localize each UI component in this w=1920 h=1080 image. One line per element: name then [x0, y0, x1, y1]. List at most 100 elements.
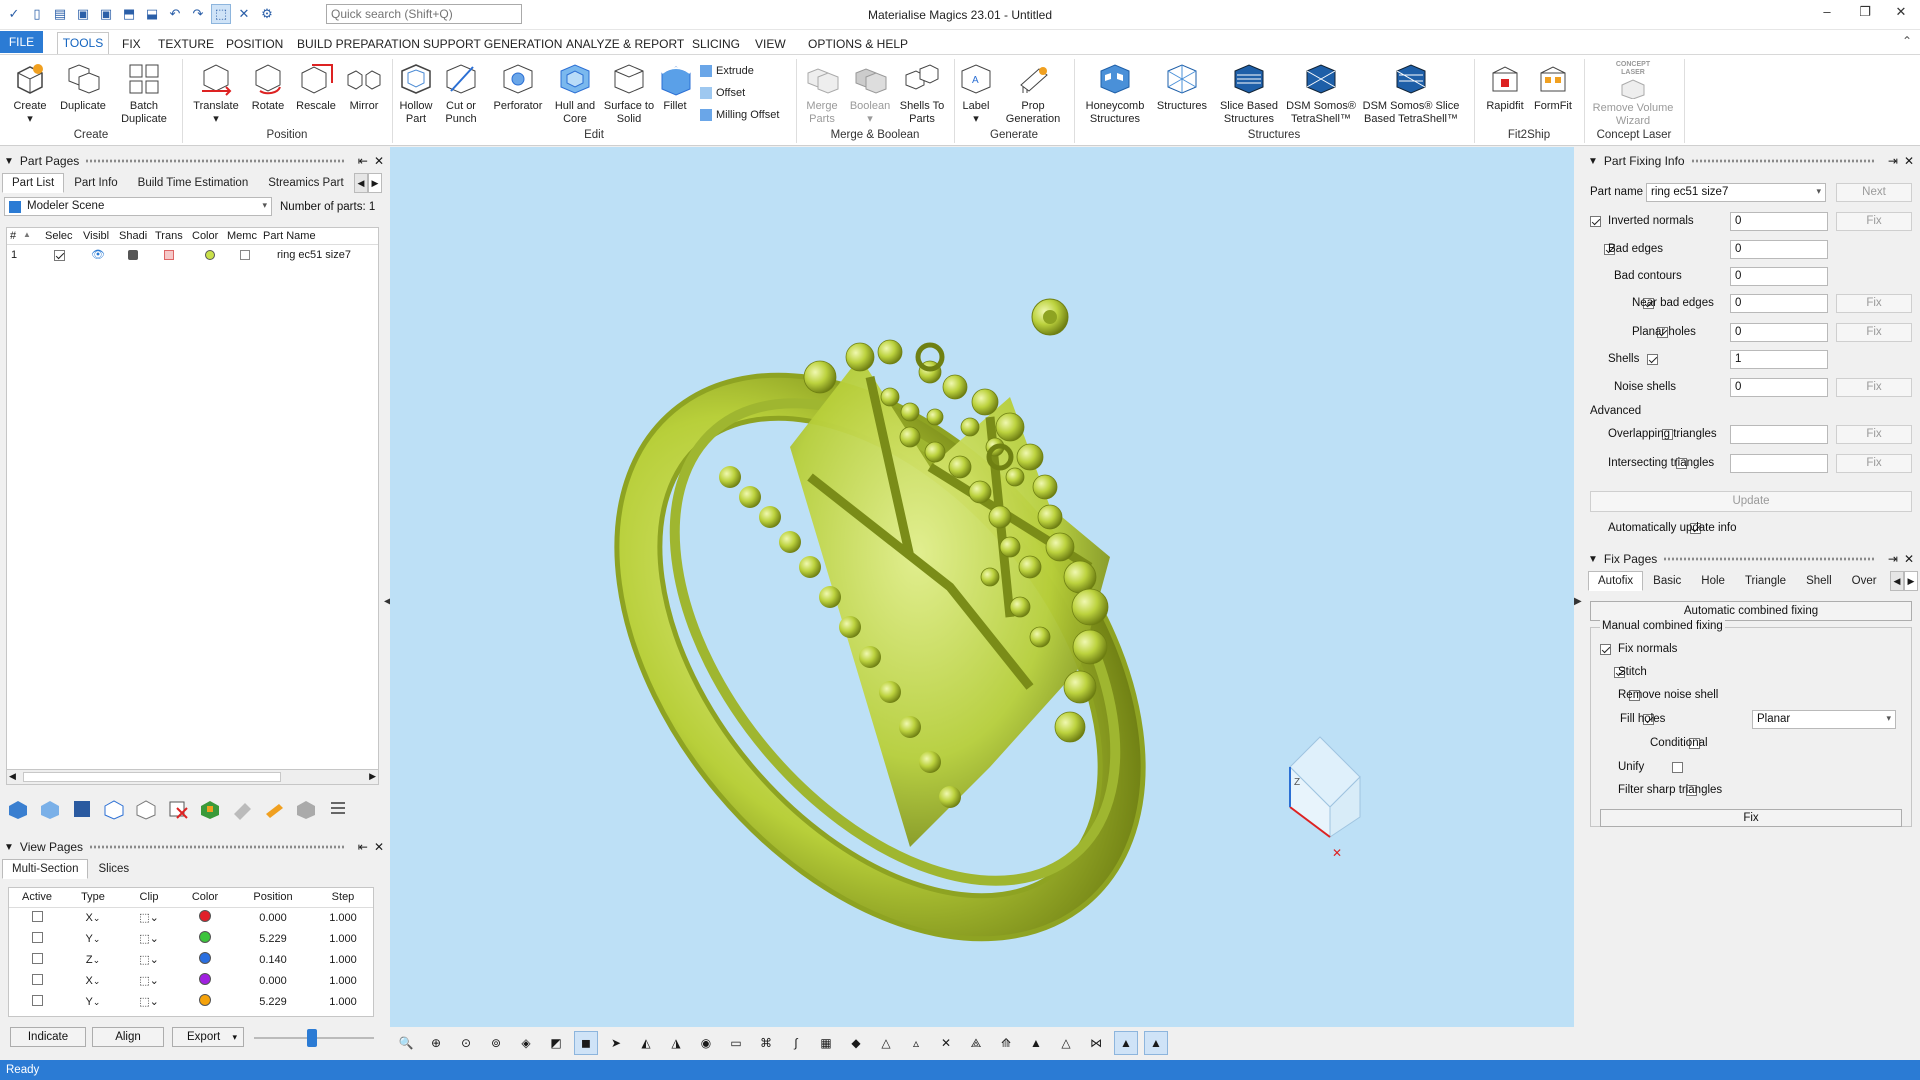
close-panel-icon[interactable]: ✕: [374, 154, 384, 168]
extrude-button[interactable]: Extrude: [700, 65, 754, 77]
next-button[interactable]: Next: [1836, 183, 1912, 202]
table-row[interactable]: Y⌄ ⬚⌄ 5.229 1.000: [9, 928, 373, 949]
fix-button[interactable]: Fix: [1600, 809, 1902, 827]
rescale-button[interactable]: Rescale: [294, 61, 338, 113]
mark-contour-icon[interactable]: ⌘: [754, 1031, 778, 1055]
cut-or-punch-button[interactable]: Cut or Punch: [440, 61, 482, 126]
fillet-button[interactable]: Fillet: [658, 61, 692, 113]
filter-marked-icon[interactable]: ⋈: [1084, 1031, 1108, 1055]
triangle-mode-icon[interactable]: ▲: [1114, 1031, 1138, 1055]
transparency-icon[interactable]: [164, 250, 174, 260]
automatic-combined-fixing-button[interactable]: Automatic combined fixing: [1590, 601, 1912, 621]
milling-offset-button[interactable]: Milling Offset: [700, 109, 779, 121]
tabs-right-arrow-icon[interactable]: ▶: [368, 173, 382, 193]
shaded-view-icon[interactable]: ◼: [574, 1031, 598, 1055]
slider-handle[interactable]: [307, 1029, 317, 1047]
minimize-icon[interactable]: –: [1816, 4, 1838, 24]
group-parts-icon[interactable]: [102, 797, 126, 821]
label-part-icon[interactable]: [230, 797, 254, 821]
boolean-button[interactable]: Boolean ▾: [848, 61, 892, 126]
align-button[interactable]: Align: [92, 1027, 164, 1047]
select-visible-parts-icon[interactable]: [38, 797, 62, 821]
fix-near-bad-edges-button[interactable]: Fix: [1836, 294, 1912, 313]
mark-surface-icon[interactable]: ◮: [664, 1031, 688, 1055]
active-checkbox[interactable]: [31, 952, 43, 964]
remove-volume-wizard-button[interactable]: CONCEPT LASER Remove Volume Wizard: [1588, 61, 1678, 128]
menu-slicing[interactable]: SLICING: [692, 37, 740, 51]
table-row[interactable]: X⌄ ⬚⌄ 0.000 1.000: [9, 907, 373, 928]
table-row[interactable]: Y⌄ ⬚⌄ 5.229 1.000: [9, 991, 373, 1012]
menu-position[interactable]: POSITION: [226, 37, 283, 51]
tab-streamics-part[interactable]: Streamics Part: [258, 173, 353, 193]
collapse-icon[interactable]: ▼: [1588, 554, 1598, 565]
view-direction-icon[interactable]: ◈: [514, 1031, 538, 1055]
close-panel-icon[interactable]: ✕: [1904, 552, 1914, 566]
fix-inverted-normals-button[interactable]: Fix: [1836, 212, 1912, 231]
zoom-fit-icon[interactable]: ⊙: [454, 1031, 478, 1055]
slice-based-structures-button[interactable]: Slice Based Structures: [1216, 61, 1282, 126]
tab-hole[interactable]: Hole: [1691, 571, 1735, 591]
tab-slices[interactable]: Slices: [88, 859, 139, 879]
perforator-button[interactable]: Perforator: [488, 61, 548, 113]
visible-eye-icon[interactable]: 👁: [91, 248, 105, 261]
active-checkbox[interactable]: [31, 994, 43, 1006]
menu-support-generation[interactable]: SUPPORT GENERATION: [423, 37, 562, 51]
indicate-button[interactable]: Indicate: [10, 1027, 86, 1047]
tab-basic[interactable]: Basic: [1643, 571, 1691, 591]
mark-triangles-icon[interactable]: △: [874, 1031, 898, 1055]
clip-icon[interactable]: ⬚⌄: [121, 949, 177, 970]
shells-to-parts-button[interactable]: Shells To Parts: [896, 61, 948, 126]
horizontal-scrollbar[interactable]: ◀ ▶: [6, 769, 379, 785]
pin-icon[interactable]: ⇤: [358, 154, 368, 168]
pin-icon[interactable]: ⇤: [358, 840, 368, 854]
rapidfit-button[interactable]: Rapidfit: [1480, 61, 1530, 113]
pin-icon[interactable]: ⇥: [1888, 552, 1898, 566]
menu-view[interactable]: VIEW: [755, 37, 786, 51]
clip-icon[interactable]: ⬚⌄: [121, 928, 177, 949]
fix-intersecting-button[interactable]: Fix: [1836, 454, 1912, 473]
right-splitter-arrow-icon[interactable]: ▶: [1574, 596, 1582, 607]
table-row[interactable]: 1 👁 ring ec51 size7: [7, 246, 378, 264]
fix-noise-shells-button[interactable]: Fix: [1836, 378, 1912, 397]
shading-icon[interactable]: [128, 250, 138, 260]
inverted-normals-checkbox[interactable]: [1590, 216, 1601, 227]
menu-texture[interactable]: TEXTURE: [158, 37, 214, 51]
honeycomb-structures-button[interactable]: Honeycomb Structures: [1080, 61, 1150, 126]
maximize-icon[interactable]: ❐: [1854, 4, 1876, 24]
tab-part-list[interactable]: Part List: [2, 173, 65, 193]
collapse-icon[interactable]: ▼: [1588, 156, 1598, 167]
active-checkbox[interactable]: [31, 973, 43, 985]
shells-checkbox[interactable]: [1647, 354, 1659, 365]
tabs-left-arrow-icon[interactable]: ◀: [354, 173, 368, 193]
cursor-icon[interactable]: ➤: [604, 1031, 628, 1055]
prop-generation-button[interactable]: Prop Generation: [1000, 61, 1066, 126]
zoom-selected-icon[interactable]: ⊚: [484, 1031, 508, 1055]
close-panel-icon[interactable]: ✕: [374, 840, 384, 854]
clip-icon[interactable]: ⬚⌄: [121, 907, 177, 928]
invert-marking-icon[interactable]: ▲: [1024, 1031, 1048, 1055]
menu-analyze-report[interactable]: ANALYZE & REPORT: [566, 37, 684, 51]
mark-plane-icon[interactable]: ▭: [724, 1031, 748, 1055]
close-icon[interactable]: ✕: [1890, 4, 1912, 24]
tab-autofix[interactable]: Autofix: [1588, 571, 1644, 591]
unmark-all-icon[interactable]: △: [1054, 1031, 1078, 1055]
zoom-icon[interactable]: 🔍: [394, 1031, 418, 1055]
expand-marking-icon[interactable]: ⟁: [964, 1031, 988, 1055]
merge-parts-button[interactable]: Merge Parts: [800, 61, 844, 126]
create-button[interactable]: Create ▾: [8, 61, 52, 126]
tab-multi-section[interactable]: Multi-Section: [2, 859, 89, 879]
mark-shell-icon[interactable]: ◉: [694, 1031, 718, 1055]
clip-icon[interactable]: ⬚⌄: [121, 991, 177, 1012]
3d-viewport[interactable]: Z ✕: [390, 147, 1574, 1027]
delete-marked-icon[interactable]: ✕: [934, 1031, 958, 1055]
formfit-button[interactable]: FormFit: [1530, 61, 1576, 113]
structures-button[interactable]: Structures: [1152, 61, 1212, 113]
surface-to-solid-button[interactable]: Surface to Solid: [602, 61, 656, 126]
mirror-button[interactable]: Mirror: [342, 61, 386, 113]
color-swatch[interactable]: [205, 250, 215, 260]
unify-checkbox[interactable]: [1671, 762, 1683, 773]
shrink-marking-icon[interactable]: ⟰: [994, 1031, 1018, 1055]
ring-model[interactable]: Z ✕: [390, 147, 1574, 1027]
mark-part-icon[interactable]: ◆: [844, 1031, 868, 1055]
fix-overlapping-button[interactable]: Fix: [1836, 425, 1912, 444]
